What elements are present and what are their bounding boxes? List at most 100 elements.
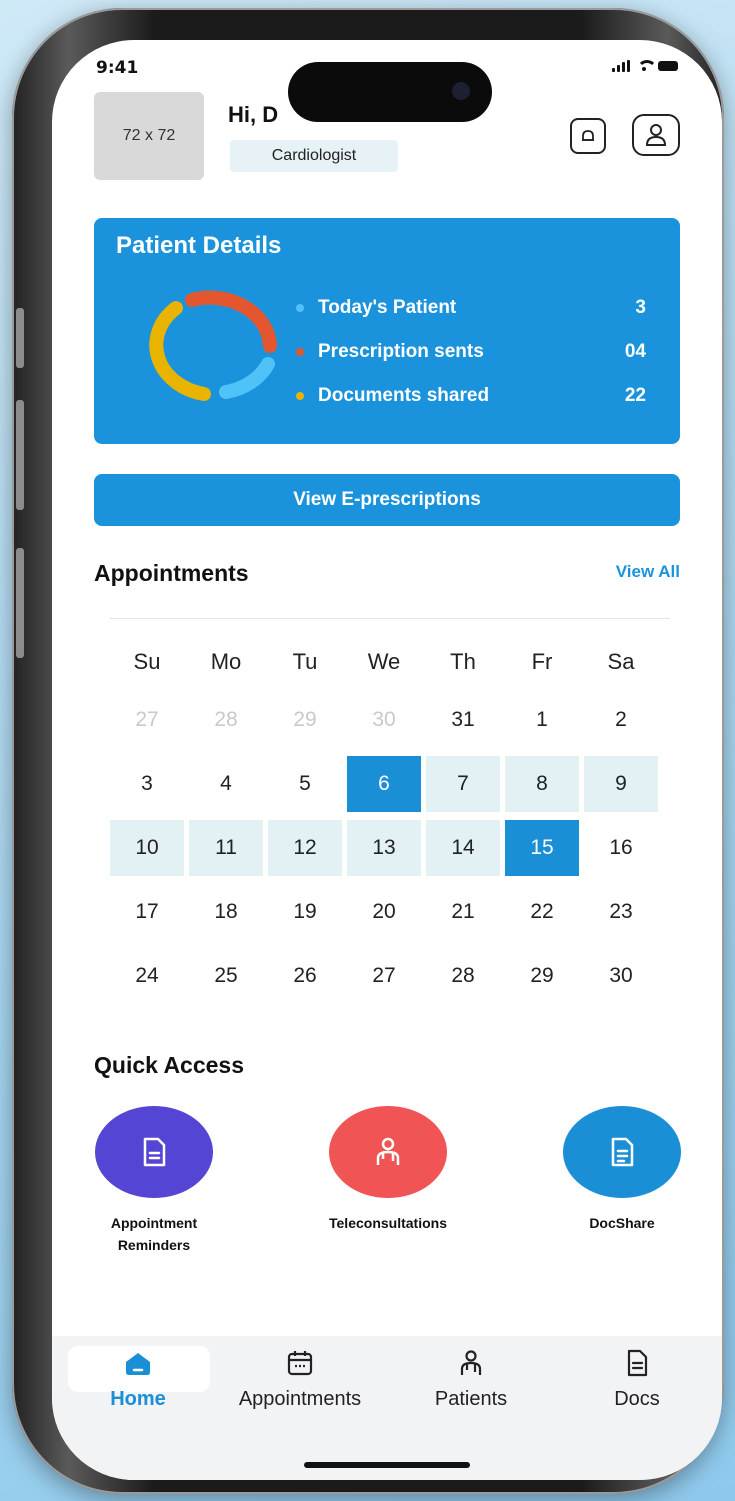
specialty-label: Cardiologist (271, 147, 357, 164)
specialty-badge: Cardiologist (230, 140, 398, 172)
quick-access-teleconsultations[interactable]: Teleconsultations (298, 1106, 478, 1234)
tab-label: Home (110, 1388, 166, 1410)
calendar-day[interactable]: 1 (505, 692, 579, 748)
wifi-icon (636, 60, 657, 72)
stat-label: Documents shared (318, 385, 490, 406)
greeting: Hi, D (228, 102, 279, 127)
weekday-label: Mo (210, 649, 242, 674)
tab-label: Patients (434, 1388, 508, 1410)
weekday-label: Fr (531, 649, 553, 674)
camera-icon (452, 82, 470, 100)
calendar-day-in-range[interactable]: 9 (584, 756, 658, 812)
calendar-week: 3 4 5 6 7 8 9 (110, 756, 670, 820)
quick-access-icon-circle[interactable] (563, 1106, 681, 1198)
appointments-title: Appointments (94, 560, 249, 586)
calendar-day[interactable]: 2 (584, 692, 658, 748)
appointments-calendar: Su Mo Tu We Th Fr Sa 27 28 29 30 31 1 2 … (110, 634, 670, 1012)
calendar-day-in-range[interactable]: 11 (189, 820, 263, 876)
calendar-day[interactable]: 27 (347, 948, 421, 1004)
avatar-placeholder-label: 72 x 72 (122, 127, 176, 144)
bottom-tab-bar: Home Appointments Patients Docs (52, 1336, 722, 1480)
calendar-day-in-range[interactable]: 14 (426, 820, 500, 876)
home-indicator[interactable] (304, 1462, 470, 1468)
calendar-week: 24 25 26 27 28 29 30 (110, 948, 670, 1012)
tab-docs[interactable]: Docs (592, 1348, 682, 1411)
quick-access-label: Teleconsultations (329, 1212, 447, 1234)
calendar-day[interactable]: 4 (189, 756, 263, 812)
calendar-day-in-range[interactable]: 7 (426, 756, 500, 812)
profile-button[interactable] (632, 114, 680, 156)
quick-access-docshare[interactable]: DocShare (552, 1106, 692, 1234)
quick-access-label: Appointment Reminders (111, 1212, 197, 1256)
calendar-day-in-range[interactable]: 8 (505, 756, 579, 812)
calendar-day[interactable]: 17 (110, 884, 184, 940)
calendar-day[interactable]: 26 (268, 948, 342, 1004)
weekday-header: Su Mo Tu We Th Fr Sa (110, 634, 670, 692)
quick-access-icon-circle[interactable] (329, 1106, 447, 1198)
calendar-day[interactable]: 29 (268, 692, 342, 748)
stat-value: 04 (624, 341, 646, 362)
calendar-week: 10 11 12 13 14 15 16 (110, 820, 670, 884)
file-icon (611, 1137, 634, 1167)
legend-dot (296, 392, 304, 400)
calendar-day[interactable]: 3 (110, 756, 184, 812)
docs-icon (627, 1349, 648, 1377)
weekday-label: Tu (292, 649, 318, 674)
notification-button[interactable] (570, 118, 606, 154)
quick-access-appointment-reminders[interactable]: Appointment Reminders (84, 1106, 224, 1256)
status-time: 9:41 (96, 58, 139, 78)
calendar-day[interactable]: 29 (505, 948, 579, 1004)
tab-patients[interactable]: Patients (416, 1348, 526, 1411)
stat-value: 22 (624, 385, 646, 406)
quick-access-label-line: Reminders (117, 1237, 191, 1253)
volume-button (16, 548, 24, 658)
bell-icon (582, 130, 594, 141)
calendar-day[interactable]: 28 (189, 692, 263, 748)
calendar-day[interactable]: 28 (426, 948, 500, 1004)
calendar-day[interactable]: 23 (584, 884, 658, 940)
calendar-day[interactable]: 31 (426, 692, 500, 748)
tab-label: Appointments (238, 1388, 362, 1410)
calendar-day[interactable]: 25 (189, 948, 263, 1004)
calendar-day-in-range[interactable]: 10 (110, 820, 184, 876)
patient-details-title: Patient Details (116, 232, 282, 259)
home-icon (126, 1353, 150, 1375)
calendar-day[interactable]: 27 (110, 692, 184, 748)
doctor-icon (376, 1137, 400, 1165)
document-icon (143, 1137, 166, 1167)
phone-screen: 9:41 72 x 72 Hi, D Cardiologist Patient … (52, 40, 722, 1480)
quick-access-label-line: DocShare (589, 1215, 655, 1231)
quick-access-icon-circle[interactable] (95, 1106, 213, 1198)
calendar-day[interactable]: 16 (584, 820, 658, 876)
stat-row: Prescription sents 04 (296, 330, 646, 374)
legend-dot (296, 348, 304, 356)
calendar-week: 17 18 19 20 21 22 23 (110, 884, 670, 948)
divider (110, 618, 670, 619)
calendar-day[interactable]: 22 (505, 884, 579, 940)
calendar-day[interactable]: 20 (347, 884, 421, 940)
calendar-day-in-range[interactable]: 13 (347, 820, 421, 876)
tab-appointments[interactable]: Appointments (210, 1348, 390, 1411)
calendar-day[interactable]: 30 (584, 948, 658, 1004)
calendar-day[interactable]: 19 (268, 884, 342, 940)
calendar-day-selected[interactable]: 15 (505, 820, 579, 876)
phone-frame: 9:41 72 x 72 Hi, D Cardiologist Patient … (12, 8, 724, 1494)
calendar-day[interactable]: 21 (426, 884, 500, 940)
quick-access-label: DocShare (589, 1212, 654, 1234)
view-eprescriptions-button[interactable]: View E-prescriptions (94, 474, 680, 526)
weekday-label: We (367, 649, 401, 674)
weekday-label: Th (450, 649, 476, 674)
calendar-day[interactable]: 30 (347, 692, 421, 748)
view-all-link[interactable]: View All (616, 562, 680, 582)
calendar-day[interactable]: 5 (268, 756, 342, 812)
donut-segment-documents (149, 301, 211, 401)
calendar-day[interactable]: 24 (110, 948, 184, 1004)
patients-icon (460, 1350, 482, 1375)
calendar-day-selected[interactable]: 6 (347, 756, 421, 812)
avatar[interactable]: 72 x 72 (94, 92, 204, 180)
calendar-day-in-range[interactable]: 12 (268, 820, 342, 876)
tab-home[interactable]: Home (88, 1348, 188, 1411)
status-icons (612, 60, 678, 72)
patient-details-card: Patient Details Today's Patient 3 Prescr… (94, 218, 680, 444)
calendar-day[interactable]: 18 (189, 884, 263, 940)
